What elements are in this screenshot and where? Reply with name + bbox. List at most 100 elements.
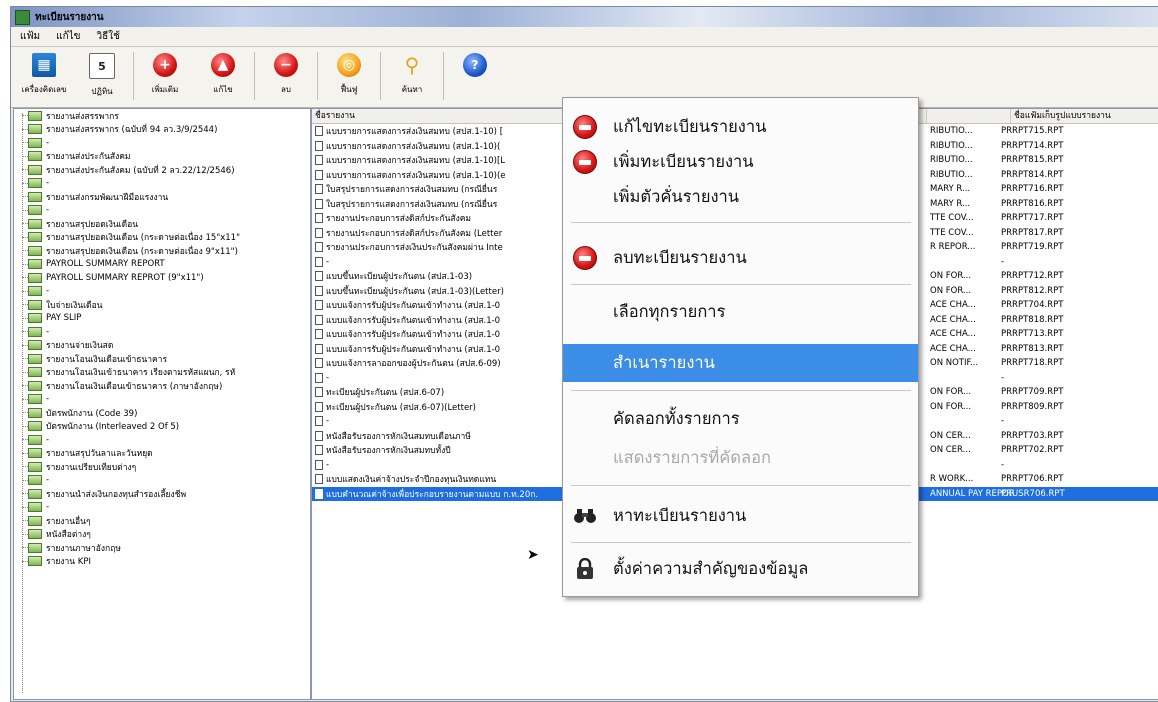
report-name-cell: ใบสรุปรายการแสดงการส่งเงินสมทบ (กรณียื่น… — [312, 182, 597, 196]
folder-icon — [28, 245, 42, 256]
tree-item[interactable]: PAYROLL SUMMARY REPORT — [14, 258, 310, 272]
file-name-cell: PRRPT715.RPT — [1001, 126, 1064, 137]
document-icon — [315, 459, 323, 470]
menu-item-copy-all[interactable]: คัดลอกทั้งรายการ — [563, 400, 918, 438]
tree-item-label: รายงานสรุปยอดเงินเดือน — [46, 219, 139, 230]
menu-item-label: หาทะเบียนรายงาน — [613, 506, 747, 525]
tree-item[interactable]: รายงาน KPI — [14, 555, 310, 569]
search-button[interactable]: ⚲ ค้นหา — [383, 47, 441, 105]
tree-item[interactable]: รายงานโอนเงินเดือนเข้าธนาคาร — [14, 352, 310, 366]
tree-item[interactable]: - — [14, 501, 310, 515]
report-name: แบบแจ้งการรับผู้ประกันตนเข้าทำงาน (สปส.1… — [326, 344, 501, 355]
menu-file[interactable]: แฟ้ม — [17, 29, 43, 44]
folder-icon — [28, 286, 42, 297]
tree-item[interactable]: - — [14, 325, 310, 339]
file-name-cell: PRRPT816.RPT — [1001, 198, 1064, 209]
tree-item[interactable]: รายงานส่งประกันสังคม — [14, 150, 310, 164]
tree-item[interactable]: - — [14, 393, 310, 407]
tree-item[interactable]: PAYROLL SUMMARY REPROT (9"x11") — [14, 271, 310, 285]
tree-item[interactable]: รายงานเปรียบเทียบต่างๆ — [14, 460, 310, 474]
menu-item-copy-report[interactable]: สำเนารายงาน — [563, 344, 918, 382]
tree-item[interactable]: รายงานส่งสรรพากร — [14, 109, 310, 123]
file-name-cell: PRRPT703.RPT — [1001, 430, 1064, 441]
edit-button[interactable]: ▲ แก้ไข — [194, 47, 252, 105]
tree-item[interactable]: หนังสือต่างๆ — [14, 528, 310, 542]
tree-item[interactable]: รายงานอื่นๆ — [14, 514, 310, 528]
search-icon: ⚲ — [404, 53, 420, 77]
tree-item[interactable]: รายงานสรุปยอดเงินเดือน — [14, 217, 310, 231]
tree-item[interactable]: รายงานสรุปยอดเงินเดือน (กระดาษต่อเนื่อง … — [14, 231, 310, 245]
add-button[interactable]: + เพิ่มเติม — [136, 47, 194, 105]
tree-item[interactable]: ใบจ่ายเงินเดือน — [14, 298, 310, 312]
tree-item[interactable]: - — [14, 136, 310, 150]
report-name: แบบขึ้นทะเบียนผู้ประกันตน (สปส.1-03) — [326, 272, 473, 283]
tree-item[interactable]: รายงานโอนเงินเข้าธนาคาร เรียงตามรหัสแผนก… — [14, 366, 310, 380]
report-name-cell: แบบขึ้นทะเบียนผู้ประกันตน (สปส.1-03) — [312, 269, 597, 283]
report-name-cell: - — [312, 372, 597, 383]
tree-item[interactable]: บัตรพนักงาน (Code 39) — [14, 406, 310, 420]
folder-icon — [28, 259, 42, 270]
menu-item-label: แก้ไขทะเบียนรายงาน — [613, 117, 767, 136]
menu-item-label: เพิ่มตัวคั่นรายงาน — [613, 187, 740, 206]
report-name-cell: แบบแจ้งการรับผู้ประกันตนเข้าทำงาน (สปส.1… — [312, 298, 597, 312]
title-bar: ทะเบียนรายงาน — [11, 7, 1158, 27]
column-header-file-name[interactable]: ชื่อแฟ้มเก็บรูปแบบรายงาน — [1011, 109, 1157, 123]
calculator-button[interactable]: ▦ เครื่องคิดเลข — [15, 47, 73, 105]
menu-item-label: ตั้งค่าความสำคัญของข้อมูล — [613, 559, 809, 578]
menu-item-add-report[interactable]: เพิ่มทะเบียนรายงาน — [563, 143, 918, 181]
tree-item[interactable]: รายงานภาษาอังกฤษ — [14, 541, 310, 555]
tree-item[interactable]: รายงานโอนเงินเดือนเข้าธนาคาร (ภาษาอังกฤษ… — [14, 379, 310, 393]
menu-help[interactable]: วิธีใช้ — [94, 29, 123, 44]
toolbar-divider — [254, 52, 255, 100]
report-name: รายงานประกอบการส่งดิสก์ประกันสังคม (Lett… — [326, 228, 503, 239]
report-group-tree[interactable]: รายงานส่งสรรพากร รายงานส่งสรรพากร (ฉบับที… — [13, 108, 311, 700]
report-name-cell: แบบขึ้นทะเบียนผู้ประกันตน (สปส.1-03)(Let… — [312, 284, 597, 298]
report-name: แบบแจ้งการลาออกของผู้ประกันตน (สปส.6-09) — [326, 359, 501, 370]
menu-item-add-separator[interactable]: เพิ่มตัวคั่นรายงาน — [563, 178, 918, 216]
delete-button[interactable]: − ลบ — [257, 47, 315, 105]
report-name: แบบรายการแสดงการส่งเงินสมทบ (สปส.1-10) [ — [326, 127, 504, 138]
help-button[interactable]: ? — [446, 47, 504, 105]
tree-item-label: รายงานส่งกรมพัฒนาฝีมือแรงงาน — [46, 192, 169, 203]
report-name: ใบสรุปรายการแสดงการส่งเงินสมทบ (กรณียื่น… — [326, 185, 498, 196]
tree-item[interactable]: รายงานส่งประกันสังคม (ฉบับที่ 2 ลว.22/12… — [14, 163, 310, 177]
tree-item[interactable]: PAY SLIP — [14, 312, 310, 326]
file-name-cell: PRRPT717.RPT — [1001, 213, 1064, 224]
menu-separator — [571, 284, 911, 285]
tree-item-label: - — [46, 502, 50, 513]
tree-item[interactable]: รายงานส่งกรมพัฒนาฝีมือแรงงาน — [14, 190, 310, 204]
file-name-cell: PRRPT815.RPT — [1001, 155, 1064, 166]
document-icon — [315, 198, 323, 209]
add-icon: + — [153, 53, 177, 77]
document-icon — [315, 372, 323, 383]
tree-item[interactable]: รายงานนำส่งเงินกองทุนสำรองเลี้ยงชีพ — [14, 487, 310, 501]
tree-item[interactable]: - — [14, 285, 310, 299]
restore-button[interactable]: ◎ ฟื้นฟู — [320, 47, 378, 105]
tree-item[interactable]: รายงานสรุปยอดเงินเดือน (กระดาษต่อเนื่อง … — [14, 244, 310, 258]
tree-item[interactable]: - — [14, 433, 310, 447]
tree-item[interactable]: - — [14, 177, 310, 191]
folder-icon — [28, 529, 42, 540]
menu-separator — [571, 390, 911, 391]
menu-item-find-report[interactable]: หาทะเบียนรายงาน — [563, 497, 918, 535]
tree-item[interactable]: บัตรพนักงาน (Interleaved 2 Of 5) — [14, 420, 310, 434]
tree-item[interactable]: - — [14, 474, 310, 488]
folder-icon — [28, 340, 42, 351]
file-name-cell: - — [1001, 256, 1005, 267]
tree-item-label: รายงานโอนเงินเดือนเข้าธนาคาร (ภาษาอังกฤษ… — [46, 381, 223, 392]
column-header-english-name[interactable] — [927, 109, 1011, 123]
document-icon — [315, 140, 323, 151]
tree-item[interactable]: - — [14, 204, 310, 218]
menu-item-edit-report[interactable]: แก้ไขทะเบียนรายงาน — [563, 108, 918, 146]
calendar-button[interactable]: 5 ปฏิทิน — [73, 47, 131, 105]
menu-edit[interactable]: แก้ไข — [53, 29, 83, 44]
folder-icon — [28, 475, 42, 486]
tree-item-label: รายงาน KPI — [46, 557, 91, 568]
report-name-cell: รายงานประกอบการส่งดิสก์ประกันสังคม — [312, 211, 597, 225]
tree-item[interactable]: รายงานสรุปวันลาและวันหยุด — [14, 447, 310, 461]
tree-item[interactable]: รายงานส่งสรรพากร (ฉบับที่ 94 ลว.3/9/2544… — [14, 123, 310, 137]
menu-item-select-all[interactable]: เลือกทุกรายการ — [563, 293, 918, 331]
menu-item-data-priority[interactable]: ตั้งค่าความสำคัญของข้อมูล — [563, 550, 918, 588]
menu-item-delete-report[interactable]: ลบทะเบียนรายงาน — [563, 239, 918, 277]
tree-item[interactable]: รายงานจ่ายเงินสด — [14, 339, 310, 353]
